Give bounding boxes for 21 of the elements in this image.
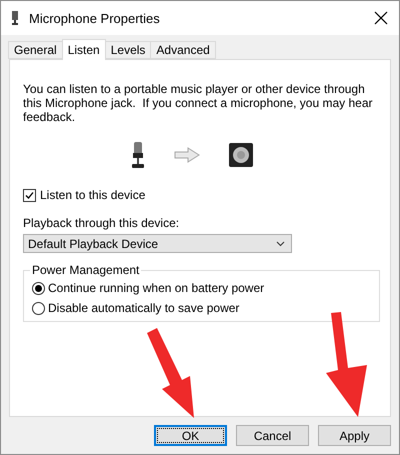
playback-label: Playback through this device: xyxy=(23,216,180,230)
caret-icon xyxy=(276,240,285,246)
tab[interactable]: General xyxy=(8,41,63,59)
checkmark-icon xyxy=(25,190,34,200)
dialog-button[interactable]: OK xyxy=(154,425,227,446)
speaker-icon xyxy=(228,142,254,168)
microphone-icon xyxy=(11,11,19,25)
listen-checkbox[interactable]: Listen to this device xyxy=(23,188,378,202)
tab[interactable]: Listen xyxy=(62,39,106,60)
microphone-icon xyxy=(130,142,146,168)
dialog-button[interactable]: Apply xyxy=(318,425,391,446)
description-text: You can listen to a portable music player or other device through this Microphone jack. If you connect a microphone, you may hear feedback. xyxy=(23,82,374,124)
arrow-icon xyxy=(174,147,200,163)
playback-dropdown[interactable]: Default Playback Device xyxy=(23,234,292,253)
dialog-button[interactable]: Cancel xyxy=(236,425,309,446)
tab[interactable]: Levels xyxy=(104,41,152,59)
window-title: Microphone Properties xyxy=(29,10,161,26)
radio-option[interactable]: Continue running when on battery power xyxy=(32,281,371,295)
group-title: Power Management xyxy=(31,263,140,277)
tab[interactable]: Advanced xyxy=(150,41,216,59)
radio-option[interactable]: Disable automatically to save power xyxy=(32,301,371,315)
